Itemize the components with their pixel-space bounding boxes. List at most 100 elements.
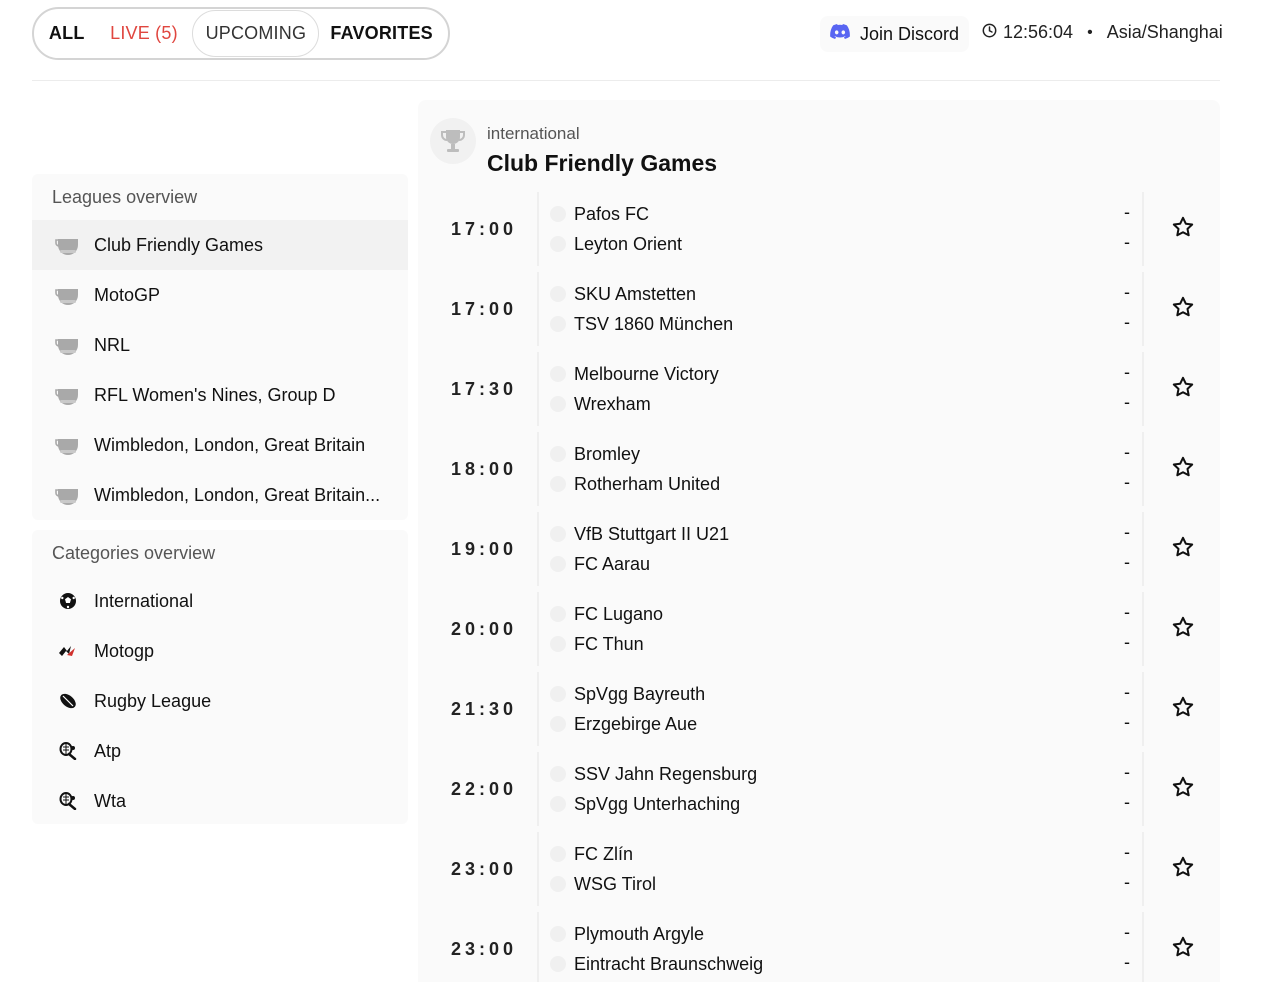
league-item[interactable]: MotoGP [32,270,408,320]
home-team: SpVgg Bayreuth [550,679,705,709]
away-team-name: TSV 1860 München [574,313,734,334]
league-item[interactable]: Wimbledon, London, Great Britain... [32,470,408,520]
favorite-star-icon[interactable] [1168,692,1198,722]
tab-favorites[interactable]: FAVORITES [319,10,444,57]
match-time: 20:00 [450,618,518,639]
away-team: TSV 1860 München [550,309,733,339]
home-team-name: Melbourne Victory [574,363,719,384]
favorite-star-icon[interactable] [1168,292,1198,322]
match-divider [537,592,539,666]
team-logo [550,846,566,862]
category-item[interactable]: Motogp [32,626,408,676]
matches-panel: international Club Friendly Games 17:00 P… [418,100,1220,982]
match-divider [537,432,539,506]
tennis-icon [54,790,82,812]
header-divider [32,80,1220,81]
away-team-name: Erzgebirge Aue [574,713,698,734]
categories-overview-title: Categories overview [52,542,216,563]
clock-time: 12:56:04 [1003,22,1074,42]
away-score: - [1124,712,1130,732]
match-time: 17:30 [450,378,518,399]
away-score: - [1124,552,1130,572]
match-time: 18:00 [450,458,518,479]
team-logo [550,956,566,972]
match-row[interactable]: 21:30 SpVgg Bayreuth Erzgebirge Aue - - [418,672,1220,752]
home-team: SSV Jahn Regensburg [550,759,757,789]
match-row[interactable]: 19:00 VfB Stuttgart II U21 FC Aarau - - [418,512,1220,592]
favorite-star-icon[interactable] [1168,772,1198,802]
home-score: - [1124,522,1130,542]
home-team: SKU Amstetten [550,279,696,309]
away-team-name: Leyton Orient [574,233,683,254]
favorite-star-icon[interactable] [1168,532,1198,562]
match-divider [1142,272,1144,346]
match-divider [537,752,539,826]
tab-live[interactable]: LIVE (5) [95,10,192,57]
favorite-star-icon[interactable] [1168,372,1198,402]
motogp-logo-icon [54,640,82,662]
match-divider [537,272,539,346]
favorite-star-icon[interactable] [1168,932,1198,962]
team-logo [550,396,566,412]
match-time: 22:00 [450,778,518,799]
league-item[interactable]: RFL Women's Nines, Group D [32,370,408,420]
favorite-star-icon[interactable] [1168,452,1198,482]
category-item-label: International [94,590,194,611]
home-score: - [1124,362,1130,382]
home-team: VfB Stuttgart II U21 [550,519,729,549]
match-divider [537,832,539,906]
match-row[interactable]: 22:00 SSV Jahn Regensburg SpVgg Unterhachi… [418,752,1220,832]
match-row[interactable]: 23:00 Plymouth Argyle Eintracht Braunschwe… [418,912,1220,982]
match-divider [1142,432,1144,506]
match-row[interactable]: 17:30 Melbourne Victory Wrexham - - [418,352,1220,432]
league-item[interactable]: Club Friendly Games [32,220,408,270]
favorite-star-icon[interactable] [1168,852,1198,882]
home-team-name: SpVgg Bayreuth [574,683,706,704]
category-item[interactable]: Atp [32,726,408,776]
away-team: Rotherham United [550,469,720,499]
favorite-star-icon[interactable] [1168,212,1198,242]
team-logo [550,876,566,892]
match-divider [1142,512,1144,586]
league-item[interactable]: Wimbledon, London, Great Britain [32,420,408,470]
match-time: 23:00 [450,858,518,879]
league-item-label: Wimbledon, London, Great Britain [94,434,366,455]
away-score: - [1124,232,1130,252]
team-logo [550,366,566,382]
league-item-label: MotoGP [94,284,161,305]
league-item[interactable]: NRL [32,320,408,370]
match-divider [537,672,539,746]
match-row[interactable]: 23:00 FC Zlín WSG Tirol - - [418,832,1220,912]
away-team: Eintracht Braunschweig [550,949,763,979]
timezone[interactable]: Asia/Shanghai [1107,22,1223,43]
home-team-name: SKU Amstetten [574,283,697,304]
match-time: 23:00 [450,938,518,959]
away-score: - [1124,792,1130,812]
team-logo [550,716,566,732]
clock-icon [982,22,997,43]
trophy-icon [54,384,82,406]
trophy-icon [54,334,82,356]
match-row[interactable]: 18:00 Bromley Rotherham United - - [418,432,1220,512]
category-item[interactable]: Wta [32,776,408,826]
home-score: - [1124,282,1130,302]
category-item[interactable]: International [32,576,408,626]
discord-icon [830,23,850,45]
tab-all[interactable]: ALL [38,10,95,57]
away-team-name: FC Aarau [574,553,651,574]
match-row[interactable]: 20:00 FC Lugano FC Thun - - [418,592,1220,672]
category-item[interactable]: Rugby League [32,676,408,726]
away-team: Erzgebirge Aue [550,709,697,739]
tab-upcoming[interactable]: UPCOMING [192,10,320,57]
team-logo [550,796,566,812]
league-item-label: RFL Women's Nines, Group D [94,384,336,405]
match-row[interactable]: 17:00 SKU Amstetten TSV 1860 München - - [418,272,1220,352]
join-discord-button[interactable]: Join Discord [820,16,970,52]
home-team-name: Plymouth Argyle [574,923,705,944]
discord-label: Join Discord [860,23,960,44]
home-team: FC Lugano [550,599,663,629]
league-item-label: NRL [94,334,131,355]
match-row[interactable]: 17:00 Pafos FC Leyton Orient - - [418,192,1220,272]
home-score: - [1124,762,1130,782]
favorite-star-icon[interactable] [1168,612,1198,642]
